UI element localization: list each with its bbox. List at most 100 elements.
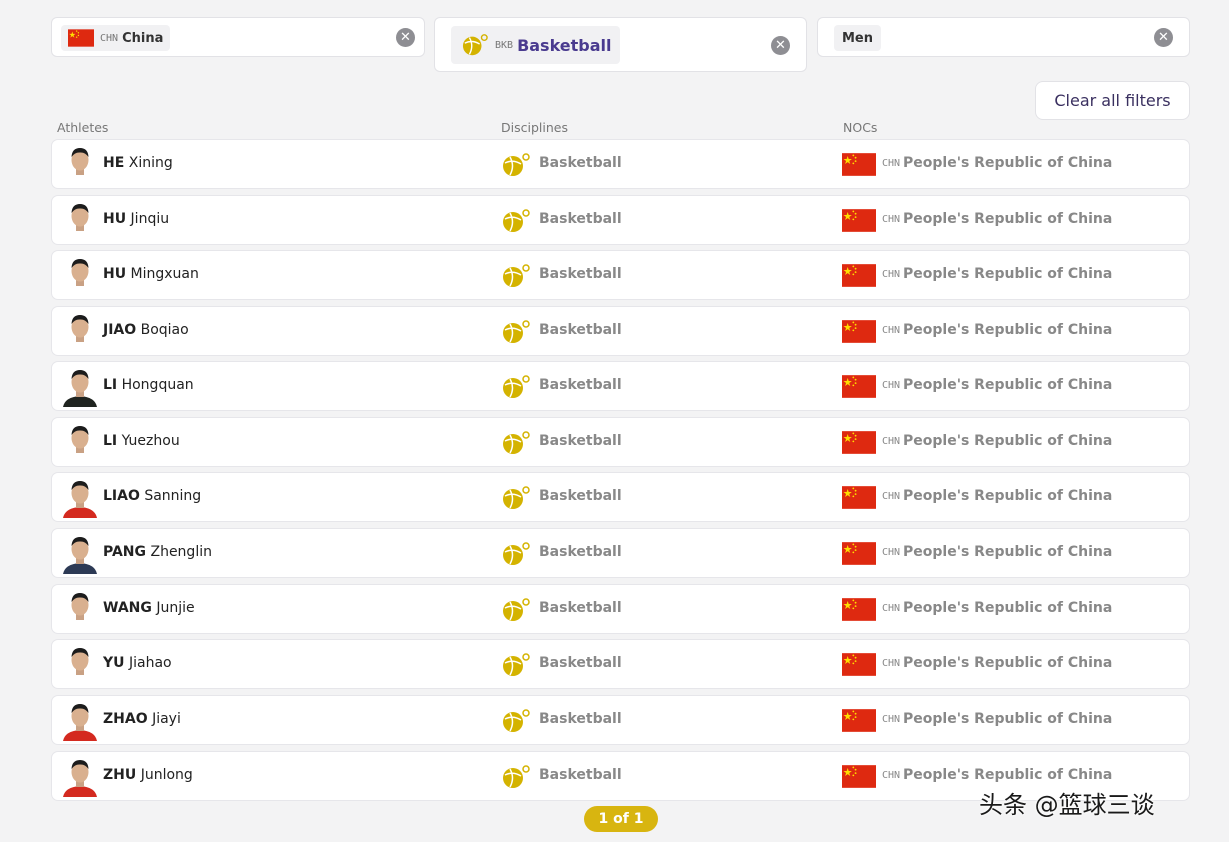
athlete-last-name: ZHU — [103, 767, 137, 783]
athlete-first-name: Mingxuan — [130, 266, 199, 282]
basketball-pictogram-icon — [503, 264, 530, 287]
clear-discipline-filter-icon[interactable]: ✕ — [771, 36, 790, 55]
athlete-last-name: LI — [103, 377, 118, 393]
athlete-row[interactable]: HE Xining Basketball CHN People's Republic … — [51, 139, 1190, 189]
noc-chip[interactable]: CHN China — [61, 25, 171, 51]
discipline-name: Basketball — [539, 711, 622, 727]
noc-name[interactable]: People's Republic of China — [903, 322, 1112, 338]
discipline-filter[interactable]: BKB Basketball ✕ — [434, 17, 807, 72]
basketball-pictogram-icon — [503, 653, 530, 676]
athlete-first-name: Jinqiu — [130, 211, 170, 227]
athlete-first-name: Junlong — [140, 767, 193, 783]
athlete-row[interactable]: YU Jiahao Basketball CHN People's Republic … — [51, 639, 1190, 689]
athlete-avatar — [63, 370, 97, 407]
athlete-name[interactable]: WANG Junjie — [103, 600, 195, 616]
noc-code: CHN — [882, 325, 901, 336]
noc-code: CHN — [882, 770, 901, 781]
noc-name[interactable]: People's Republic of China — [903, 711, 1112, 727]
clear-noc-filter-icon[interactable]: ✕ — [396, 28, 415, 47]
basketball-pictogram-icon — [503, 765, 530, 788]
athlete-row[interactable]: WANG Junjie Basketball CHN People's Republi… — [51, 584, 1190, 634]
noc-code: CHN — [882, 214, 901, 225]
athlete-first-name: Sanning — [144, 488, 202, 504]
china-flag-icon — [842, 431, 876, 454]
athlete-first-name: Yuezhou — [121, 433, 180, 449]
discipline-name: Basketball — [539, 655, 622, 671]
athlete-last-name: HU — [103, 211, 127, 227]
noc-name[interactable]: People's Republic of China — [903, 767, 1112, 783]
china-flag-icon — [68, 29, 94, 47]
athlete-row[interactable]: LI Hongquan Basketball CHN People's Republi… — [51, 361, 1190, 411]
noc-filter-label: China — [122, 30, 164, 46]
noc-filter[interactable]: CHN China ✕ — [51, 17, 425, 57]
noc-code: CHN — [882, 603, 901, 614]
athlete-row[interactable]: HU Mingxuan Basketball CHN People's Republi… — [51, 250, 1190, 300]
athlete-last-name: HE — [103, 155, 125, 171]
athlete-name[interactable]: HU Mingxuan — [103, 266, 199, 282]
athlete-first-name: Xining — [128, 155, 173, 171]
noc-code: CHN — [882, 714, 901, 725]
athlete-row[interactable]: LIAO Sanning Basketball CHN People's Republ… — [51, 472, 1190, 522]
noc-name[interactable]: People's Republic of China — [903, 600, 1112, 616]
athlete-row[interactable]: JIAO Boqiao Basketball CHN People's Republi… — [51, 306, 1190, 356]
noc-code: CHN — [882, 380, 901, 391]
gender-filter[interactable]: Men ✕ — [817, 17, 1190, 57]
athlete-row[interactable]: HU Jinqiu Basketball CHN People's Republic … — [51, 195, 1190, 245]
noc-name[interactable]: People's Republic of China — [903, 544, 1112, 560]
china-flag-icon — [842, 486, 876, 509]
noc-name[interactable]: People's Republic of China — [903, 377, 1112, 393]
athlete-last-name: YU — [103, 655, 125, 671]
basketball-pictogram-icon — [503, 209, 530, 232]
athlete-name[interactable]: YU Jiahao — [103, 655, 172, 671]
athlete-name[interactable]: HU Jinqiu — [103, 211, 169, 227]
athlete-first-name: Boqiao — [140, 322, 189, 338]
discipline-chip[interactable]: BKB Basketball — [451, 26, 620, 64]
athlete-name[interactable]: LIAO Sanning — [103, 488, 201, 504]
athlete-first-name: Hongquan — [121, 377, 194, 393]
discipline-name: Basketball — [539, 488, 622, 504]
noc-name[interactable]: People's Republic of China — [903, 488, 1112, 504]
noc-name[interactable]: People's Republic of China — [903, 155, 1112, 171]
athlete-first-name: Zhenglin — [150, 544, 212, 560]
noc-name[interactable]: People's Republic of China — [903, 655, 1112, 671]
basketball-pictogram-icon — [462, 34, 488, 56]
gender-filter-label: Men — [842, 30, 874, 46]
athlete-name[interactable]: LI Yuezhou — [103, 433, 180, 449]
athlete-row[interactable]: ZHAO Jiayi Basketball CHN People's Republic… — [51, 695, 1190, 745]
gender-chip[interactable]: Men — [834, 25, 882, 51]
disciplines-column-header: Disciplines — [501, 120, 568, 135]
athlete-last-name: LI — [103, 433, 118, 449]
athlete-first-name: Junjie — [156, 600, 195, 616]
athlete-row[interactable]: LI Yuezhou Basketball CHN People's Republic… — [51, 417, 1190, 467]
basketball-pictogram-icon — [503, 431, 530, 454]
china-flag-icon — [842, 153, 876, 176]
athlete-name[interactable]: LI Hongquan — [103, 377, 194, 393]
china-flag-icon — [842, 375, 876, 398]
noc-name[interactable]: People's Republic of China — [903, 266, 1112, 282]
athlete-name[interactable]: ZHAO Jiayi — [103, 711, 181, 727]
athlete-avatar — [63, 204, 97, 241]
basketball-pictogram-icon — [503, 709, 530, 732]
athlete-row[interactable]: PANG Zhenglin Basketball CHN People's Repub… — [51, 528, 1190, 578]
athlete-last-name: WANG — [103, 600, 152, 616]
discipline-name: Basketball — [539, 211, 622, 227]
athlete-avatar — [63, 148, 97, 185]
china-flag-icon — [842, 209, 876, 232]
athlete-name[interactable]: PANG Zhenglin — [103, 544, 212, 560]
clear-gender-filter-icon[interactable]: ✕ — [1154, 28, 1173, 47]
basketball-pictogram-icon — [503, 486, 530, 509]
noc-name[interactable]: People's Republic of China — [903, 211, 1112, 227]
athlete-name[interactable]: JIAO Boqiao — [103, 322, 189, 338]
clear-all-filters-button[interactable]: Clear all filters — [1035, 81, 1190, 120]
noc-code: CHN — [882, 436, 901, 447]
athlete-avatar — [63, 760, 97, 797]
noc-name[interactable]: People's Republic of China — [903, 433, 1112, 449]
discipline-filter-code: BKB — [495, 39, 514, 51]
athlete-name[interactable]: ZHU Junlong — [103, 767, 193, 783]
discipline-name: Basketball — [539, 266, 622, 282]
pagination-indicator: 1 of 1 — [584, 806, 658, 832]
china-flag-icon — [842, 598, 876, 621]
basketball-pictogram-icon — [503, 153, 530, 176]
athlete-name[interactable]: HE Xining — [103, 155, 173, 171]
athlete-last-name: HU — [103, 266, 127, 282]
